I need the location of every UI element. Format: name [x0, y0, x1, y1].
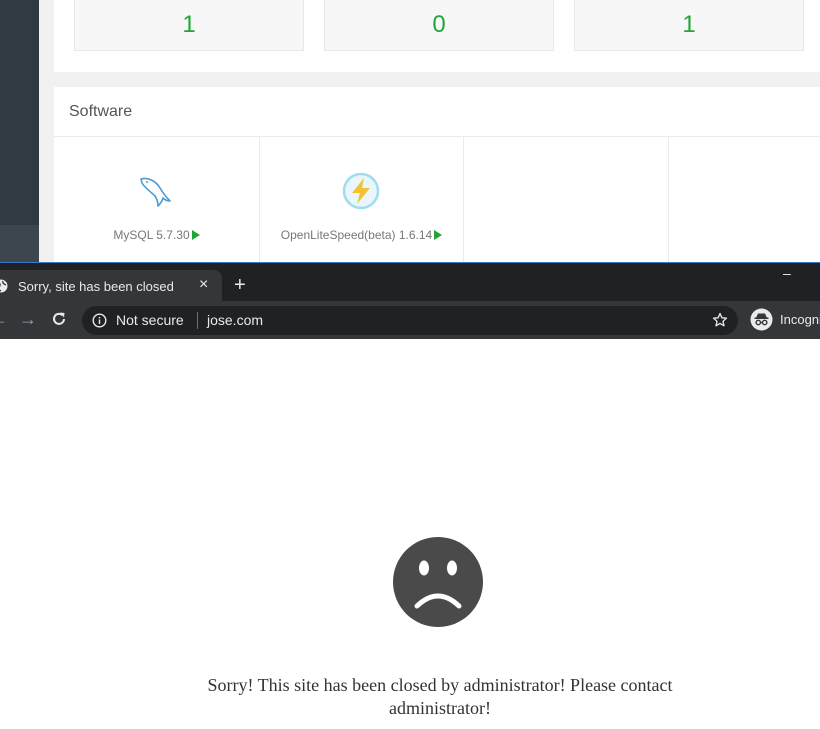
stat-value: 1 — [682, 11, 696, 38]
browser-window: Sorry, site has been closed × + – ← → No… — [0, 262, 820, 729]
software-card: Software MySQL 5.7.30 OpenLiteSpeed(beta… — [54, 87, 820, 262]
software-label: MySQL 5.7.30 — [113, 228, 190, 242]
mysql-dolphin-icon — [140, 177, 171, 207]
software-item-empty[interactable] — [464, 137, 669, 262]
stat-box[interactable]: 1 — [574, 0, 804, 51]
closed-message: Sorry! This site has been closed by admi… — [207, 675, 673, 718]
new-tab-button[interactable]: + — [234, 275, 246, 295]
software-title: Software — [69, 103, 133, 120]
stat-value: 0 — [432, 11, 446, 38]
back-button[interactable]: ← — [0, 309, 9, 329]
panel-sidebar — [0, 0, 39, 262]
sad-face-icon — [393, 537, 483, 627]
openlitespeed-icon — [342, 172, 380, 210]
tab-active[interactable]: Sorry, site has been closed × — [0, 270, 222, 302]
url-text[interactable]: jose.com — [207, 312, 263, 328]
star-icon[interactable] — [712, 312, 728, 328]
stat-box[interactable]: 0 — [324, 0, 554, 51]
close-icon[interactable]: × — [199, 277, 208, 293]
software-label: OpenLiteSpeed(beta) 1.6.14 — [280, 228, 433, 242]
tab-strip: Sorry, site has been closed × + – — [0, 262, 820, 302]
not-secure-label[interactable]: Not secure — [116, 312, 184, 328]
software-item-empty[interactable] — [669, 137, 820, 262]
stat-value: 1 — [182, 11, 196, 38]
browser-toolbar: ← → Not secure jose.com — [0, 301, 820, 339]
stats-card: 1 0 1 — [54, 0, 820, 72]
address-bar[interactable]: Not secure jose.com — [82, 306, 738, 335]
incognito-icon[interactable] — [750, 308, 773, 331]
minimize-button[interactable]: – — [783, 265, 791, 281]
play-icon[interactable] — [191, 230, 200, 240]
stat-box[interactable]: 1 — [74, 0, 304, 51]
software-item-mysql[interactable]: MySQL 5.7.30 — [54, 137, 260, 262]
divider — [197, 312, 198, 329]
software-item-openlitespeed[interactable]: OpenLiteSpeed(beta) 1.6.14 — [260, 137, 464, 262]
play-icon[interactable] — [434, 230, 443, 240]
tab-title: Sorry, site has been closed — [18, 279, 174, 294]
sidebar-active-item[interactable] — [0, 225, 39, 262]
panel-app: 1 0 1 Software MySQL 5.7.30 OpenLiteSpee… — [0, 0, 820, 262]
forward-button[interactable]: → — [18, 309, 38, 329]
globe-icon — [0, 279, 8, 293]
incognito-label[interactable]: Incognito — [780, 312, 820, 327]
reload-icon[interactable] — [50, 310, 68, 328]
info-icon[interactable] — [92, 313, 107, 328]
page-content: Sorry! This site has been closed by admi… — [0, 339, 820, 729]
